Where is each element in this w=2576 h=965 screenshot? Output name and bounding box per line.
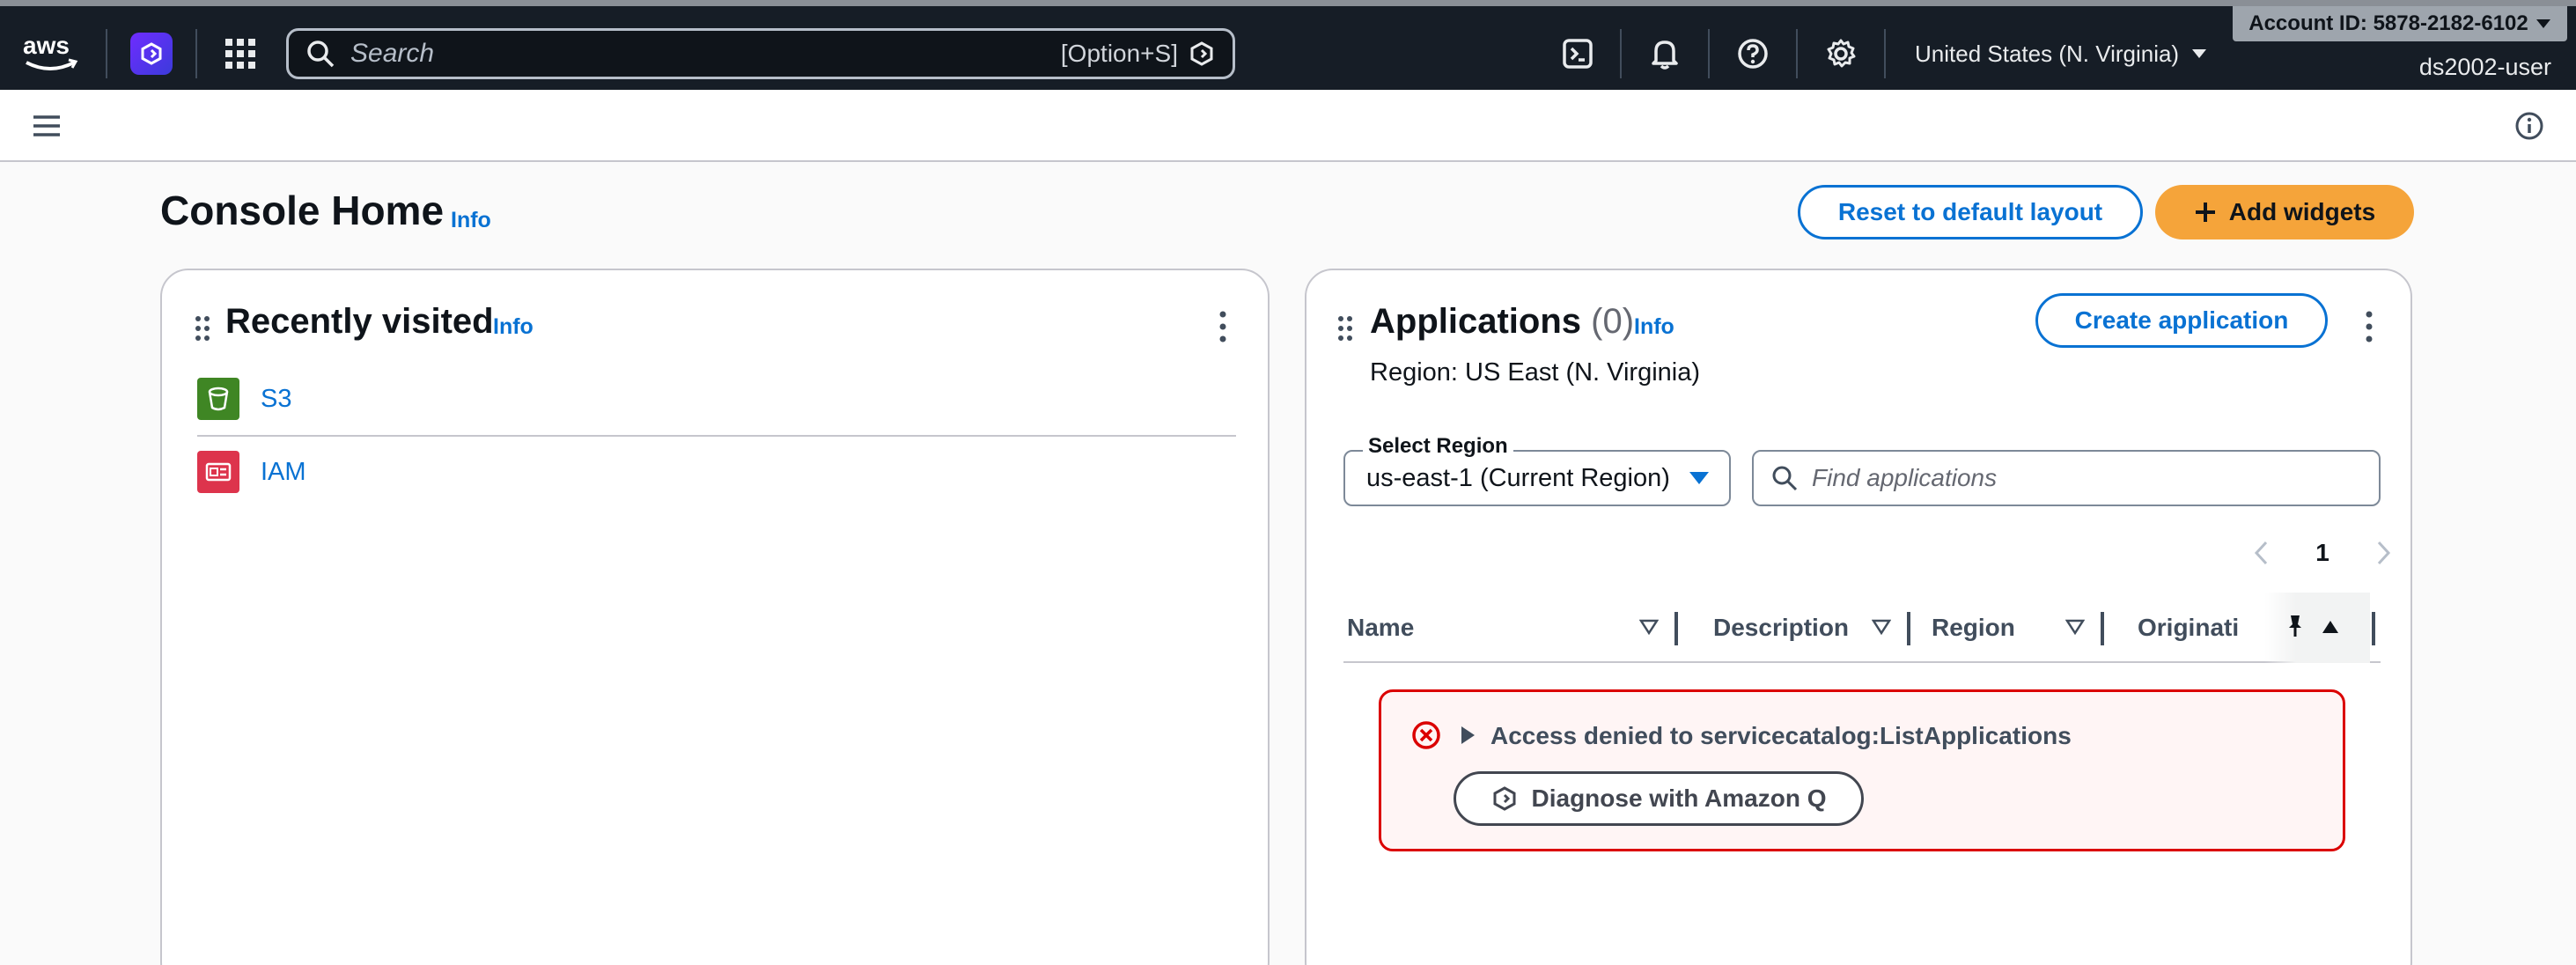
recently-visited-widget: Recently visited Info S3 IAM [160,269,1270,965]
find-applications-field[interactable] [1752,450,2381,506]
nav-separator [1620,29,1622,78]
nav-separator [1884,29,1886,78]
recently-visited-title: Recently visited [225,302,494,341]
applications-widget: Applications (0) Info Create application… [1305,269,2412,965]
sort-icon[interactable] [2065,617,2085,637]
account-id-label: Account ID: 5878-2182-6102 [2248,11,2528,35]
applications-region-text: Region: US East (N. Virginia) [1370,358,1701,387]
column-resizer[interactable] [2101,612,2104,645]
iam-id-card-icon [197,451,239,493]
applications-table-header: Name Description Region Originati [1343,593,2381,663]
diagnose-label: Diagnose with Amazon Q [1531,785,1827,812]
sort-icon[interactable] [1639,617,1659,637]
sticky-column-shade [2264,593,2370,663]
sort-ascending-icon[interactable] [2321,617,2340,637]
column-header-origination[interactable]: Originati [2138,593,2270,663]
chevron-right-icon[interactable] [2375,540,2393,566]
search-input[interactable] [350,39,1061,69]
applications-title: Applications (0) [1370,302,1634,342]
recent-service-s3[interactable]: S3 [197,363,1236,435]
add-widgets-label: Add widgets [2228,198,2376,225]
find-applications-input[interactable] [1812,464,2361,492]
drag-handle-icon[interactable] [1336,314,1354,343]
column-resizer[interactable] [2372,612,2375,645]
column-resizer[interactable] [1907,612,1910,645]
column-header-name[interactable]: Name [1347,593,1414,663]
region-label: United States (N. Virginia) [1915,40,2180,67]
page-number[interactable]: 1 [2315,539,2329,567]
search-shortcut: [Option+S] [1060,40,1178,67]
gear-icon[interactable] [1823,36,1858,71]
nav-separator [1796,29,1798,78]
account-id-badge[interactable]: Account ID: 5878-2182-6102 [2233,6,2567,41]
console-subbar [0,90,2576,162]
applications-info-link[interactable]: Info [1634,314,1674,340]
sort-icon[interactable] [1872,617,1891,637]
pagination: 1 [2252,531,2393,575]
amazon-q-icon [1493,786,1515,811]
services-grid-icon[interactable] [224,38,256,70]
bell-icon[interactable] [1647,36,1682,71]
iam-link[interactable]: IAM [261,458,306,487]
svg-text:aws: aws [23,32,70,59]
nav-separator [195,29,197,78]
amazon-q-small-icon[interactable] [1189,41,1215,67]
region-select-value: us-east-1 (Current Region) [1366,463,1670,492]
recently-visited-info-link[interactable]: Info [493,314,534,340]
cloudshell-icon[interactable] [1560,36,1595,71]
plus-icon [2195,203,2215,222]
help-icon[interactable] [1735,36,1770,71]
info-panel-icon[interactable] [2514,111,2544,141]
top-navigation: aws [Option+S] United States (N. Virgini… [0,0,2576,90]
reset-layout-button[interactable]: Reset to default layout [1798,185,2143,239]
applications-count: (0) [1591,302,1635,341]
nav-separator [1708,29,1710,78]
s3-bucket-icon [197,378,239,420]
add-widgets-button[interactable]: Add widgets [2155,185,2414,239]
diagnose-amazon-q-button[interactable]: Diagnose with Amazon Q [1454,771,1864,826]
error-icon [1412,721,1440,749]
page-info-link[interactable]: Info [451,208,491,233]
column-resizer[interactable] [1674,612,1678,645]
nav-separator [106,29,107,78]
search-icon [1772,466,1798,491]
menu-icon[interactable] [32,111,62,141]
amazon-q-icon[interactable] [130,33,173,75]
caret-down-icon [2192,49,2207,58]
page-title: Console Home [160,188,445,233]
search-icon [307,41,335,68]
create-application-button[interactable]: Create application [2035,293,2328,348]
applications-title-text: Applications [1370,302,1582,341]
aws-logo[interactable]: aws [21,31,79,75]
select-region-label: Select Region [1363,434,1513,459]
user-menu[interactable]: ds2002-user [2419,54,2551,81]
column-header-description[interactable]: Description [1713,593,1849,663]
s3-link[interactable]: S3 [261,385,291,414]
caret-down-icon [2536,19,2550,28]
pin-icon[interactable] [2284,614,2307,638]
column-header-region[interactable]: Region [1932,593,2015,663]
drag-handle-icon[interactable] [194,314,211,343]
caret-down-icon [1689,472,1709,484]
alert-title[interactable]: Access denied to servicecatalog:ListAppl… [1490,722,2072,750]
region-selector[interactable]: United States (N. Virginia) [1915,36,2207,71]
caret-right-icon[interactable] [1459,726,1476,745]
more-options-icon[interactable] [1217,309,1229,344]
chevron-left-icon[interactable] [2252,540,2270,566]
global-search[interactable]: [Option+S] [286,28,1235,79]
access-denied-alert: Access denied to servicecatalog:ListAppl… [1379,689,2345,851]
more-options-icon[interactable] [2363,309,2375,344]
recent-service-iam[interactable]: IAM [197,436,1236,508]
